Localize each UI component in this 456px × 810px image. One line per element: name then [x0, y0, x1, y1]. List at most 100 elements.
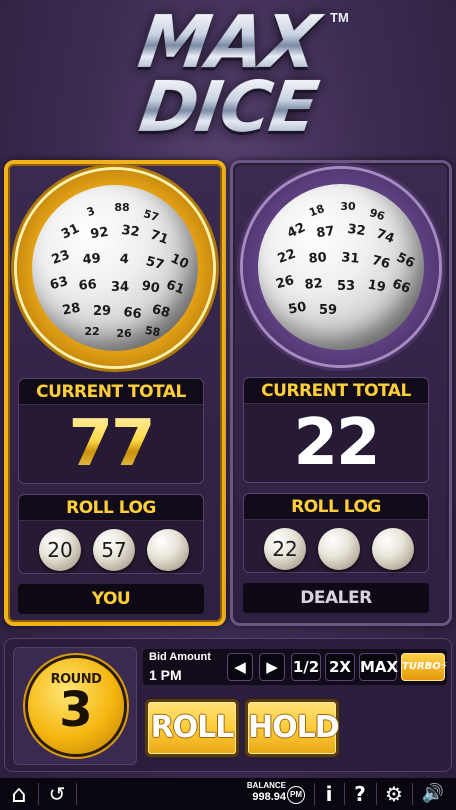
- die-face-number: 57: [142, 207, 161, 224]
- game-logo: MAX DICE TM: [0, 0, 456, 148]
- die-face-number: 96: [368, 206, 387, 223]
- die-face-number: 28: [61, 301, 81, 319]
- player-current-total-label: CURRENT TOTAL: [19, 379, 203, 405]
- die-face-number: 74: [374, 227, 396, 247]
- dealer-current-total-box: CURRENT TOTAL 22: [243, 377, 429, 483]
- die-face-number: 71: [148, 228, 170, 248]
- die-face-number: 29: [93, 304, 111, 319]
- die-face-number: 19: [366, 278, 386, 296]
- die-face-number: 57: [144, 254, 165, 273]
- die-face-number: 66: [78, 277, 97, 294]
- control-bar: ROUND 3 Bid Amount 1 PM ◀ ▶ 1/2 2X MAX T…: [4, 638, 452, 772]
- currency-badge: PM: [287, 786, 305, 804]
- logo-dice-text: DICE: [0, 66, 456, 148]
- dealer-current-total-value: 22: [293, 406, 380, 480]
- player-roll-log-box: ROLL LOG 20 57: [18, 494, 204, 574]
- divider: [376, 783, 377, 805]
- die-face-number: 80: [308, 250, 327, 267]
- dealer-die: 18 30 96 42 87 32 74 22 80 31 76 56 26 82 53 19 66 50 59: [258, 184, 424, 350]
- die-face-number: 18: [307, 202, 326, 219]
- player-die-numbers: 3 88 5731 92 32 7123 49 4 57 1063 66 34 90 6128 29 66 68…: [48, 201, 190, 340]
- roll-button[interactable]: ROLL: [145, 699, 239, 757]
- dealer-name-label: DEALER: [243, 583, 429, 613]
- die-face-number: 4: [119, 252, 129, 268]
- trademark-mark: TM: [330, 10, 349, 25]
- die-face-number: 58: [144, 324, 161, 339]
- bid-max-button[interactable]: MAX: [359, 653, 398, 681]
- player-name-label: YOU: [18, 584, 204, 614]
- balance-label: BALANCE: [246, 781, 286, 790]
- dealer-die-frame: 18 30 96 42 87 32 74 22 80 31 76 56 26 82 53 19 66 50 59: [243, 169, 439, 365]
- dealer-die-numbers: 18 30 96 42 87 32 74 22 80 31 76 56 26 82 53 19 66 50 59: [274, 200, 417, 318]
- die-face-number: 90: [140, 279, 160, 297]
- divider: [314, 783, 315, 805]
- die-face-number: 66: [390, 277, 412, 297]
- dealer-panel: 18 30 96 42 87 32 74 22 80 31 76 56 26 82 53 19 66 50 59 C…: [230, 160, 452, 626]
- die-face-number: 26: [116, 327, 132, 340]
- die-face-number: 31: [341, 250, 360, 267]
- die-face-number: 82: [304, 276, 323, 293]
- die-face-number: 34: [111, 280, 129, 295]
- hold-button[interactable]: HOLD: [245, 699, 340, 757]
- die-face-number: 32: [346, 222, 366, 239]
- die-face-number: 26: [274, 273, 295, 292]
- round-coin: ROUND 3: [28, 658, 124, 754]
- die-face-number: 92: [90, 225, 110, 242]
- die-face-number: 53: [337, 279, 355, 294]
- die-face-number: 56: [394, 250, 417, 271]
- turbo-toggle[interactable]: TURBO⚡: [401, 653, 448, 681]
- dealer-roll-log-ball: 22: [264, 528, 306, 570]
- dealer-roll-log-label: ROLL LOG: [244, 494, 428, 520]
- player-roll-log-ball-empty: [147, 529, 189, 571]
- round-value: 3: [59, 682, 93, 738]
- bid-double-button[interactable]: 2X: [325, 653, 355, 681]
- bid-increase-button[interactable]: ▶: [259, 653, 285, 681]
- die-face-number: 42: [285, 220, 308, 241]
- die-face-number: 88: [114, 201, 129, 214]
- player-roll-log-ball: 57: [93, 529, 135, 571]
- die-face-number: 76: [370, 253, 391, 272]
- history-icon[interactable]: ↺: [44, 782, 70, 806]
- bid-amount-label: Bid Amount: [149, 651, 211, 663]
- sound-icon[interactable]: 🔊: [416, 782, 450, 806]
- die-face-number: 22: [84, 325, 99, 338]
- player-roll-log-label: ROLL LOG: [19, 495, 203, 521]
- die-face-number: 87: [316, 224, 336, 241]
- player-current-total-box: CURRENT TOTAL 77: [18, 378, 204, 484]
- home-icon[interactable]: ⌂: [6, 782, 32, 806]
- die-face-number: 3: [85, 204, 97, 219]
- footer-bar: ⌂ ↺ BALANCE 998.94 PM i ? ⚙ 🔊: [0, 778, 456, 810]
- player-roll-log-balls: 20 57: [19, 521, 203, 571]
- die-face-number: 59: [319, 303, 337, 318]
- die-face-number: 63: [48, 274, 69, 293]
- die-face-number: 22: [276, 247, 298, 267]
- gear-icon[interactable]: ⚙: [380, 782, 408, 806]
- die-face-number: 66: [122, 305, 142, 322]
- bid-decrease-button[interactable]: ◀: [227, 653, 253, 681]
- arrow-left-icon: ◀: [234, 658, 246, 676]
- die-face-number: 23: [50, 248, 72, 268]
- dealer-roll-log-balls: 22: [244, 520, 428, 570]
- die-face-number: 61: [164, 278, 186, 298]
- dealer-current-total-label: CURRENT TOTAL: [244, 378, 428, 404]
- die-face-number: 49: [82, 251, 101, 268]
- dealer-roll-log-box: ROLL LOG 22: [243, 493, 429, 573]
- player-panel: 3 88 57 31 92 32 71 23 49 4 57 10 63 66 34 90 61 28 29 66 68…: [4, 160, 226, 626]
- die-face-number: 68: [150, 302, 171, 321]
- player-die: 3 88 57 31 92 32 71 23 49 4 57 10 63 66 34 90 61 28 29 66 68…: [32, 185, 198, 351]
- divider: [38, 783, 39, 805]
- bid-row: Bid Amount 1 PM ◀ ▶ 1/2 2X MAX TURBO⚡: [143, 649, 448, 685]
- die-face-number: 32: [120, 223, 140, 240]
- dealer-roll-log-ball-empty: [318, 528, 360, 570]
- balance-value: 998.94: [252, 791, 286, 803]
- die-face-number: 31: [59, 221, 82, 242]
- help-icon[interactable]: ?: [348, 782, 372, 806]
- die-face-number: 30: [340, 200, 356, 213]
- game-stage: MAX DICE TM 3 88 57 31 92 32 71 23 49 4 57 10 63 66 34…: [0, 0, 456, 810]
- bid-half-button[interactable]: 1/2: [291, 653, 321, 681]
- divider: [76, 783, 77, 805]
- round-indicator: ROUND 3: [13, 647, 137, 765]
- divider: [344, 783, 345, 805]
- lightning-icon: ⚡: [440, 661, 448, 672]
- info-icon[interactable]: i: [318, 782, 340, 806]
